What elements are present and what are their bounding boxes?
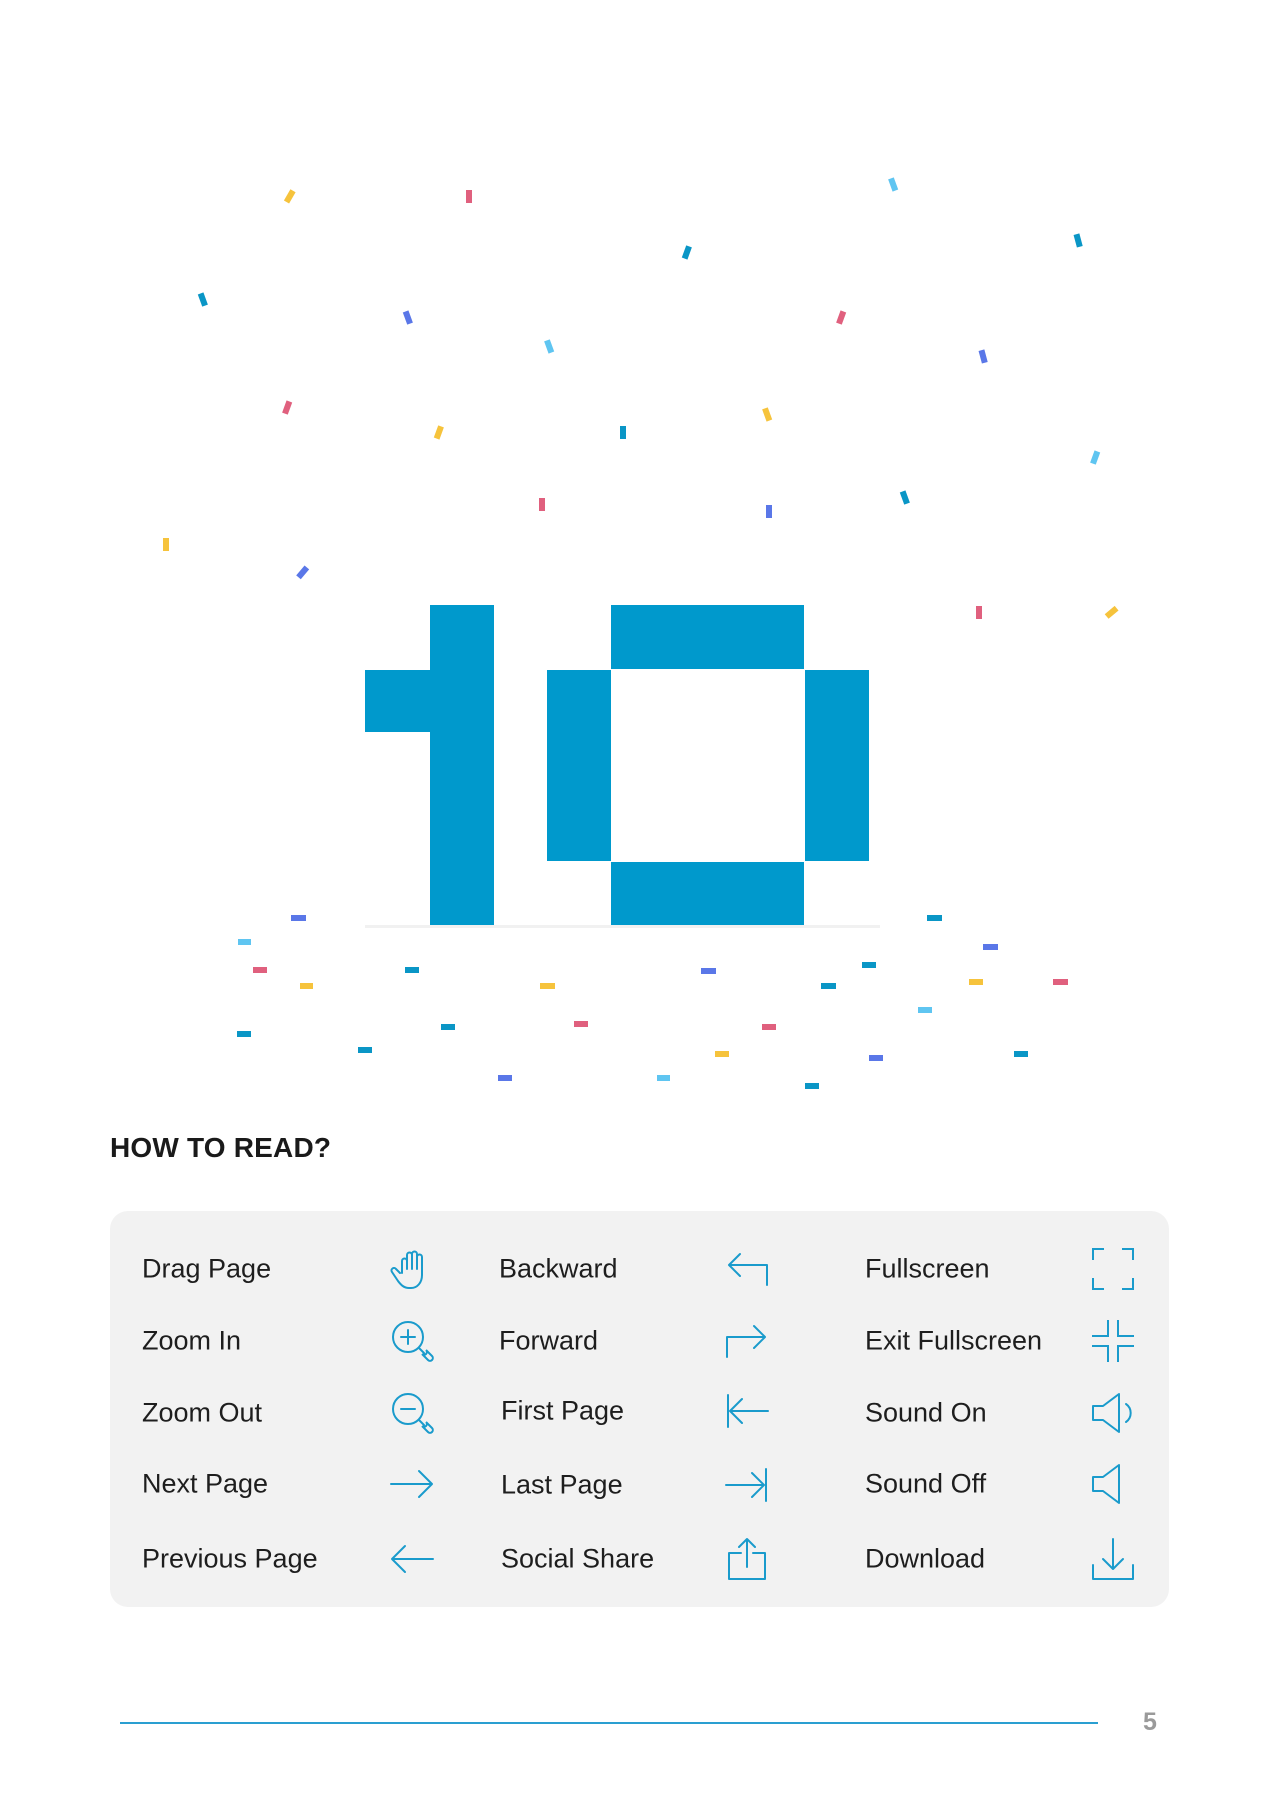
sound-off-icon[interactable] <box>1089 1460 1137 1508</box>
last-page-icon[interactable] <box>723 1461 771 1509</box>
control-zoom-out: Zoom Out <box>142 1383 434 1443</box>
control-label: Exit Fullscreen <box>865 1325 1043 1356</box>
control-label: Social Share <box>501 1543 655 1574</box>
control-label: Drag Page <box>142 1253 272 1284</box>
control-drag-page: Drag Page <box>142 1239 423 1299</box>
control-sound-on: Sound On <box>865 1383 1150 1443</box>
zoom-in-icon[interactable] <box>388 1317 436 1365</box>
control-label: Backward <box>499 1253 618 1284</box>
section-title: HOW TO READ? <box>110 1132 332 1163</box>
control-label: Fullscreen <box>865 1253 990 1284</box>
control-label: Next Page <box>142 1468 269 1499</box>
control-exit-fullscreen: Exit Fullscreen <box>865 1311 1150 1371</box>
control-label: Previous Page <box>142 1543 318 1574</box>
footer-rule <box>120 1722 1098 1724</box>
control-social-share: Social Share <box>501 1529 766 1589</box>
control-label: Zoom Out <box>142 1397 263 1428</box>
download-icon[interactable] <box>1089 1535 1137 1583</box>
ground-shadow <box>365 925 880 928</box>
zoom-out-icon[interactable] <box>388 1389 436 1437</box>
controls-panel: Drag Page Zoom In Zoom Out Next Page Pre… <box>110 1211 1169 1607</box>
forward-icon[interactable] <box>723 1317 771 1365</box>
fullscreen-icon[interactable] <box>1089 1245 1137 1293</box>
control-fullscreen: Fullscreen <box>865 1239 1150 1299</box>
control-backward: Backward <box>499 1239 768 1299</box>
page-number: 5 <box>1143 1708 1157 1736</box>
hero-illustration <box>163 177 1119 1089</box>
control-label: Sound Off <box>865 1468 987 1499</box>
hand-icon[interactable] <box>388 1245 436 1293</box>
backward-icon[interactable] <box>723 1245 771 1293</box>
first-page-icon[interactable] <box>723 1387 771 1435</box>
control-last-page: Last Page <box>501 1455 767 1515</box>
arrow-left-icon[interactable] <box>388 1535 436 1583</box>
confetti-floor <box>237 915 1068 1089</box>
control-forward: Forward <box>499 1311 766 1371</box>
control-label: Sound On <box>865 1397 987 1428</box>
control-previous-page: Previous Page <box>142 1529 434 1589</box>
control-next-page: Next Page <box>142 1454 433 1514</box>
number-ten <box>365 605 869 925</box>
exit-fullscreen-icon[interactable] <box>1089 1317 1137 1365</box>
confetti <box>163 177 1119 619</box>
control-label: Last Page <box>501 1469 623 1500</box>
control-download: Download <box>865 1529 1150 1589</box>
sound-on-icon[interactable] <box>1089 1389 1137 1437</box>
control-zoom-in: Zoom In <box>142 1311 434 1371</box>
share-icon[interactable] <box>723 1535 771 1583</box>
arrow-right-icon[interactable] <box>388 1460 436 1508</box>
control-label: Zoom In <box>142 1325 242 1356</box>
control-label: Forward <box>499 1325 599 1356</box>
control-label: First Page <box>501 1395 625 1426</box>
control-label: Download <box>865 1543 986 1574</box>
control-sound-off: Sound Off <box>865 1454 1150 1514</box>
control-first-page: First Page <box>501 1381 769 1441</box>
